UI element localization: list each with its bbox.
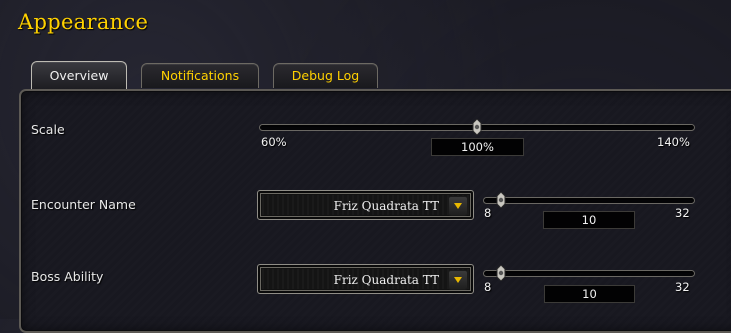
scale-slider[interactable] bbox=[259, 119, 695, 135]
boss-size-min: 8 bbox=[484, 280, 492, 294]
page-title: Appearance bbox=[18, 10, 149, 34]
boss-size-slider[interactable] bbox=[483, 265, 695, 281]
slider-thumb-icon[interactable] bbox=[472, 119, 482, 135]
encounter-name-label: Encounter Name bbox=[31, 197, 136, 212]
encounter-size-value-input[interactable]: 10 bbox=[543, 211, 635, 229]
chevron-down-icon[interactable] bbox=[448, 196, 468, 216]
slider-thumb-icon[interactable] bbox=[496, 265, 506, 281]
encounter-size-slider[interactable] bbox=[483, 192, 695, 208]
boss-font-value: Friz Quadrata TT bbox=[333, 273, 439, 287]
scale-value-input[interactable]: 100% bbox=[431, 138, 524, 156]
scale-min: 60% bbox=[261, 135, 287, 149]
tab-debug-log[interactable]: Debug Log bbox=[273, 63, 378, 88]
boss-size-max: 32 bbox=[675, 280, 690, 294]
encounter-size-min: 8 bbox=[484, 206, 492, 220]
scale-label: Scale bbox=[31, 122, 65, 137]
encounter-font-value: Friz Quadrata TT bbox=[333, 199, 439, 213]
chevron-down-icon[interactable] bbox=[448, 270, 468, 290]
encounter-font-dropdown[interactable]: Friz Quadrata TT bbox=[257, 190, 474, 220]
boss-font-dropdown[interactable]: Friz Quadrata TT bbox=[257, 264, 474, 294]
boss-ability-label: Boss Ability bbox=[31, 269, 104, 284]
encounter-size-max: 32 bbox=[675, 206, 690, 220]
tab-notifications[interactable]: Notifications bbox=[141, 63, 259, 88]
scale-max: 140% bbox=[657, 135, 690, 149]
slider-thumb-icon[interactable] bbox=[496, 192, 506, 208]
tab-overview[interactable]: Overview bbox=[31, 61, 127, 90]
boss-size-value-input[interactable]: 10 bbox=[544, 285, 635, 303]
